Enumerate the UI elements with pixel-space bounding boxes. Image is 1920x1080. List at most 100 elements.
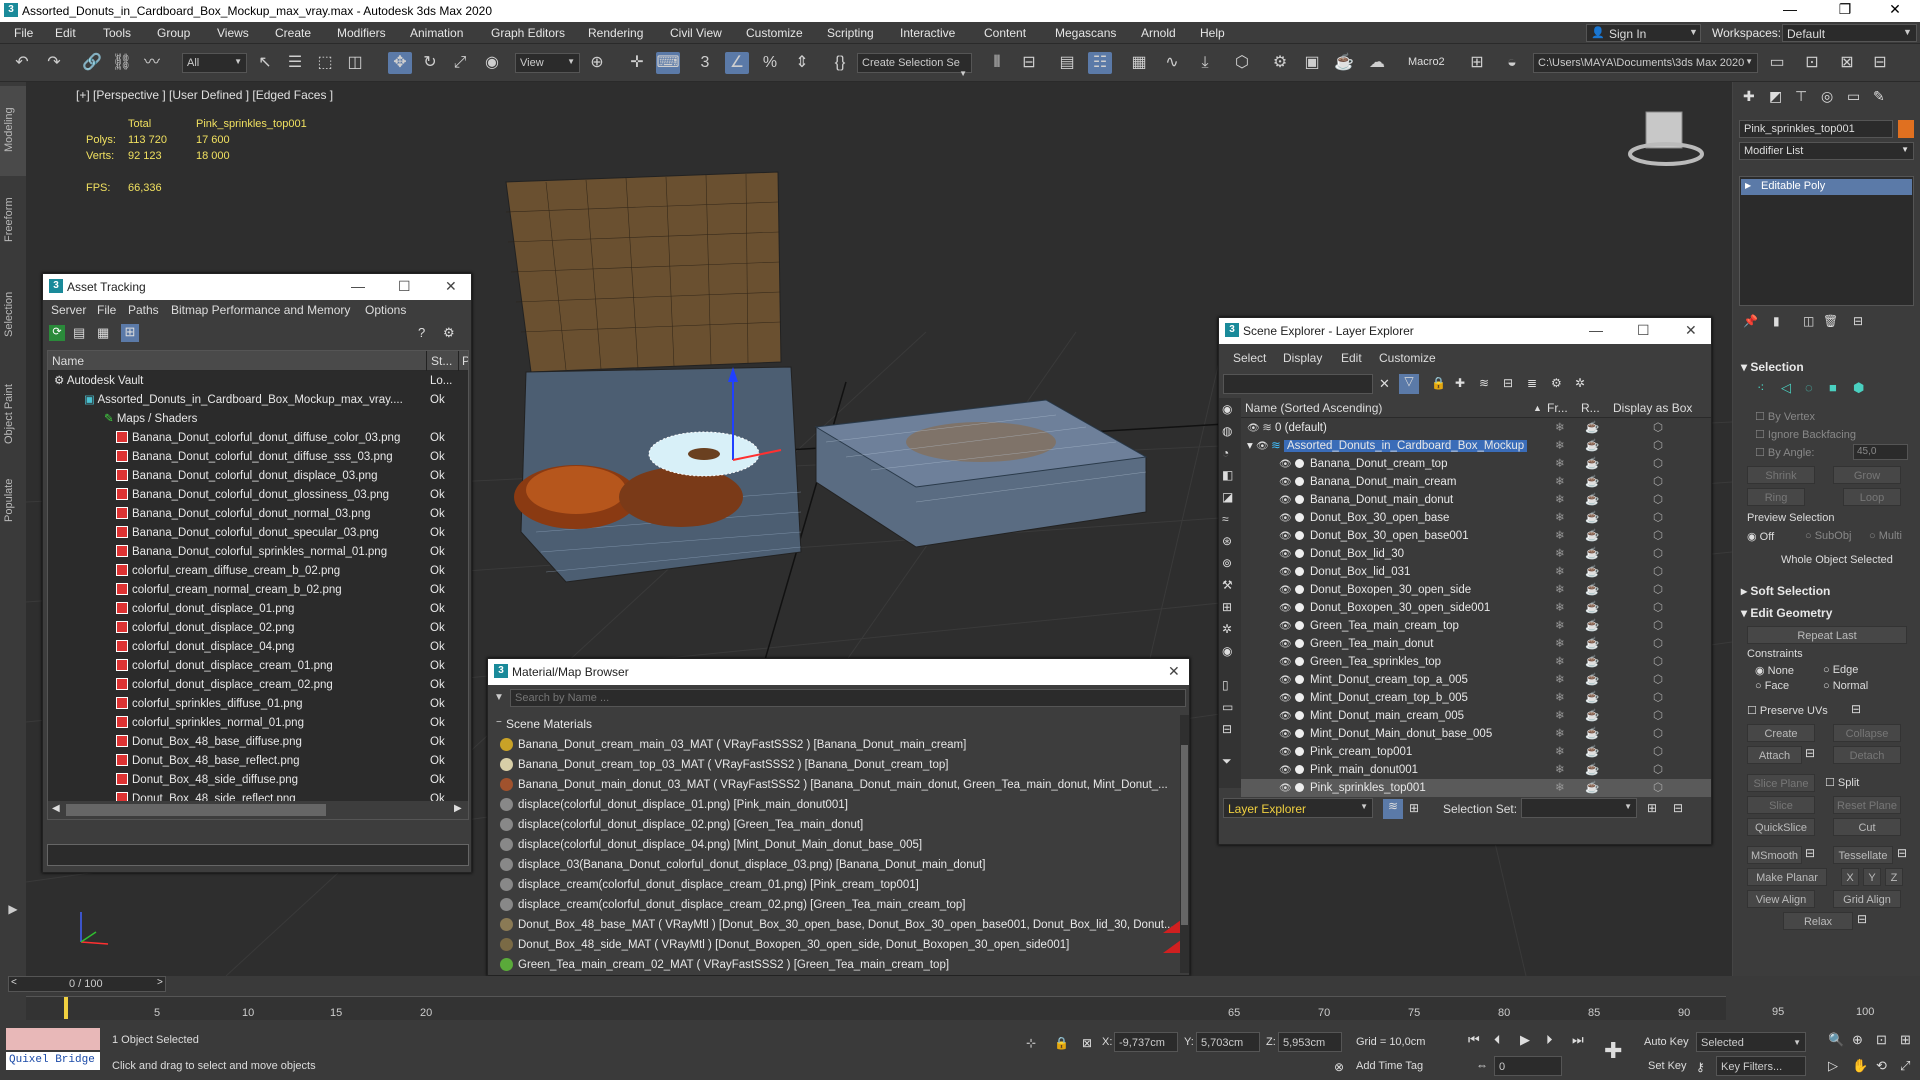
refresh-icon[interactable]: ⟳: [49, 325, 65, 341]
close-icon[interactable]: ✕: [445, 278, 457, 295]
menu-arnold[interactable]: Arnold: [1141, 26, 1176, 40]
split-checkbox[interactable]: ☐ Split: [1825, 776, 1859, 789]
redo-icon[interactable]: ↷: [42, 52, 66, 74]
display-hidden-icon[interactable]: ▯: [1222, 678, 1229, 692]
planar-x-button[interactable]: X: [1841, 868, 1859, 886]
constraint-normal-radio[interactable]: ○ Normal: [1823, 680, 1868, 692]
asset-row[interactable]: Banana_Donut_colorful_donut_glossiness_0…: [48, 486, 468, 505]
snaps-toggle-icon[interactable]: 3: [693, 52, 717, 74]
visibility-eye-icon[interactable]: 👁: [1279, 618, 1292, 635]
time-slider-next-icon[interactable]: >: [157, 977, 163, 988]
display-as-box-icon[interactable]: ⬡: [1653, 527, 1663, 545]
asset-row[interactable]: Banana_Donut_colorful_donut_diffuse_sss_…: [48, 448, 468, 467]
quixel-bridge-button[interactable]: Quixel Bridge: [6, 1052, 100, 1070]
goto-end-icon[interactable]: ⏭: [1572, 1032, 1584, 1048]
expand-icon[interactable]: ▶: [1745, 181, 1751, 190]
material-row[interactable]: Banana_Donut_cream_main_03_MAT ( VRayFas…: [500, 735, 1185, 755]
scale-icon[interactable]: ⤢: [448, 52, 472, 74]
project-settings-icon[interactable]: ⊟: [1868, 52, 1892, 74]
angle-spinner[interactable]: 45,0: [1853, 444, 1908, 460]
visibility-eye-icon[interactable]: 👁: [1279, 636, 1292, 653]
scrollbar-thumb[interactable]: [1181, 745, 1188, 925]
visibility-eye-icon[interactable]: 👁: [1279, 474, 1292, 491]
menu-file[interactable]: File: [14, 26, 33, 40]
material-sphere-icon[interactable]: ◒: [1500, 52, 1524, 74]
selection-rollout[interactable]: ▾ Selection: [1741, 360, 1804, 374]
rectangular-selection-icon[interactable]: ⬚: [313, 52, 337, 74]
scene-materials-group[interactable]: − Scene Materials: [488, 715, 1191, 733]
ring-button[interactable]: Ring: [1747, 488, 1805, 506]
relax-settings-icon[interactable]: ⊟: [1857, 912, 1867, 926]
freeze-icon[interactable]: ❄: [1555, 509, 1565, 527]
asset-row[interactable]: colorful_sprinkles_diffuse_01.png Ok: [48, 695, 468, 714]
display-lights-icon[interactable]: ◧: [1222, 468, 1233, 482]
display-as-box-icon[interactable]: ⬡: [1653, 581, 1663, 599]
menu-animation[interactable]: Animation: [410, 26, 463, 40]
sign-in-dropdown[interactable]: 👤 Sign In ▼: [1586, 24, 1701, 42]
asset-row[interactable]: colorful_cream_normal_cream_b_02.png Ok: [48, 581, 468, 600]
ribbon-tab-freeform[interactable]: Freeform: [3, 197, 15, 242]
visibility-eye-icon[interactable]: 👁: [1279, 510, 1292, 527]
menu-rendering[interactable]: Rendering: [588, 26, 643, 40]
selection-lock-icon[interactable]: 🔒: [1054, 1036, 1069, 1050]
unlink-icon[interactable]: ⛓: [110, 52, 134, 74]
renderable-teapot-icon[interactable]: ☕: [1585, 581, 1599, 599]
time-tag-icon[interactable]: ⊗: [1334, 1060, 1344, 1074]
layer-tree-row[interactable]: 👁 Green_Tea_main_donut ❄ ☕ ⬡: [1241, 635, 1711, 653]
freeze-icon[interactable]: ❄: [1555, 527, 1565, 545]
asset-row[interactable]: Banana_Donut_colorful_donut_specular_03.…: [48, 524, 468, 543]
preserve-uvs-settings-icon[interactable]: ⊟: [1851, 702, 1861, 716]
modify-tab-icon[interactable]: ◩: [1769, 88, 1782, 105]
display-as-box-icon[interactable]: ⬡: [1653, 743, 1663, 761]
macro-label[interactable]: Macro2: [1408, 56, 1445, 68]
repeat-last-button[interactable]: Repeat Last: [1747, 626, 1907, 644]
display-groups-icon[interactable]: ⊚: [1222, 556, 1232, 570]
menu-scripting[interactable]: Scripting: [827, 26, 874, 40]
clear-search-icon[interactable]: ✕: [1379, 376, 1390, 392]
se-menu-edit[interactable]: Edit: [1341, 351, 1362, 365]
display-spacewarps-icon[interactable]: ⊛: [1222, 534, 1232, 548]
track-bar[interactable]: 5 10 15 20 65 70 75 80 85 90: [26, 996, 1726, 1020]
current-frame-field[interactable]: 0: [1494, 1056, 1562, 1076]
move-icon[interactable]: ✥: [388, 52, 412, 74]
freeze-icon[interactable]: ❄: [1555, 671, 1565, 689]
preserve-uvs-checkbox[interactable]: ☐ Preserve UVs: [1747, 704, 1828, 717]
visibility-eye-icon[interactable]: 👁: [1279, 726, 1292, 743]
visibility-eye-icon[interactable]: 👁: [1279, 546, 1292, 563]
named-selection-set-dropdown[interactable]: Create Selection Se ▼: [857, 53, 972, 78]
pivot-center-icon[interactable]: ⊕: [585, 52, 609, 74]
material-row[interactable]: Banana_Donut_cream_top_03_MAT ( VRayFast…: [500, 755, 1185, 775]
scroll-left-icon[interactable]: ◀: [52, 803, 60, 814]
layer-tree-row[interactable]: 👁 Pink_sprinkles_top001 ❄ ☕ ⬡: [1241, 779, 1711, 797]
layer-tree-row[interactable]: 👁 Green_Tea_sprinkles_top ❄ ☕ ⬡: [1241, 653, 1711, 671]
col-path[interactable]: P: [458, 351, 468, 371]
help-icon[interactable]: ?: [418, 325, 425, 340]
field-of-view-icon[interactable]: ▷: [1828, 1058, 1838, 1074]
placement-icon[interactable]: ◉: [480, 52, 504, 74]
material-row[interactable]: displace_cream(colorful_donut_displace_c…: [500, 895, 1185, 915]
visibility-eye-icon[interactable]: 👁: [1279, 690, 1292, 707]
toggle-ribbon-icon[interactable]: ▦: [1127, 52, 1151, 74]
visibility-eye-icon[interactable]: 👁: [1279, 672, 1292, 689]
material-editor-icon[interactable]: ⬡: [1230, 52, 1254, 74]
explorer-mode-dropdown[interactable]: Layer Explorer ▼: [1223, 798, 1373, 818]
make-unique-icon[interactable]: ◫: [1803, 314, 1814, 328]
utilities-tab-icon[interactable]: ✎: [1873, 88, 1885, 105]
absolute-mode-icon[interactable]: ⊠: [1082, 1036, 1092, 1050]
layer-tree-row[interactable]: 👁 Banana_Donut_cream_top ❄ ☕ ⬡: [1241, 455, 1711, 473]
layer-tree-row[interactable]: 👁 Mint_Donut_cream_top_b_005 ❄ ☕ ⬡: [1241, 689, 1711, 707]
make-planar-button[interactable]: Make Planar: [1747, 868, 1827, 886]
z-coord-field[interactable]: 5,953cm: [1278, 1032, 1342, 1052]
add-time-tag-label[interactable]: Add Time Tag: [1356, 1060, 1423, 1072]
renderable-teapot-icon[interactable]: ☕: [1585, 635, 1599, 653]
freeze-icon[interactable]: ❄: [1555, 491, 1565, 509]
grid-align-button[interactable]: Grid Align: [1833, 890, 1901, 908]
material-row[interactable]: displace(colorful_donut_displace_04.png)…: [500, 835, 1185, 855]
msmooth-settings-icon[interactable]: ⊟: [1805, 846, 1815, 860]
asset-row[interactable]: ⚙ Autodesk Vault Lo...: [48, 372, 468, 391]
orbit-icon[interactable]: ⟲: [1876, 1058, 1887, 1074]
visibility-eye-icon[interactable]: 👁: [1279, 492, 1292, 509]
filter-icon[interactable]: ▽: [1399, 374, 1419, 394]
menu-graph-editors[interactable]: Graph Editors: [491, 26, 565, 40]
renderable-teapot-icon[interactable]: ☕: [1585, 617, 1599, 635]
